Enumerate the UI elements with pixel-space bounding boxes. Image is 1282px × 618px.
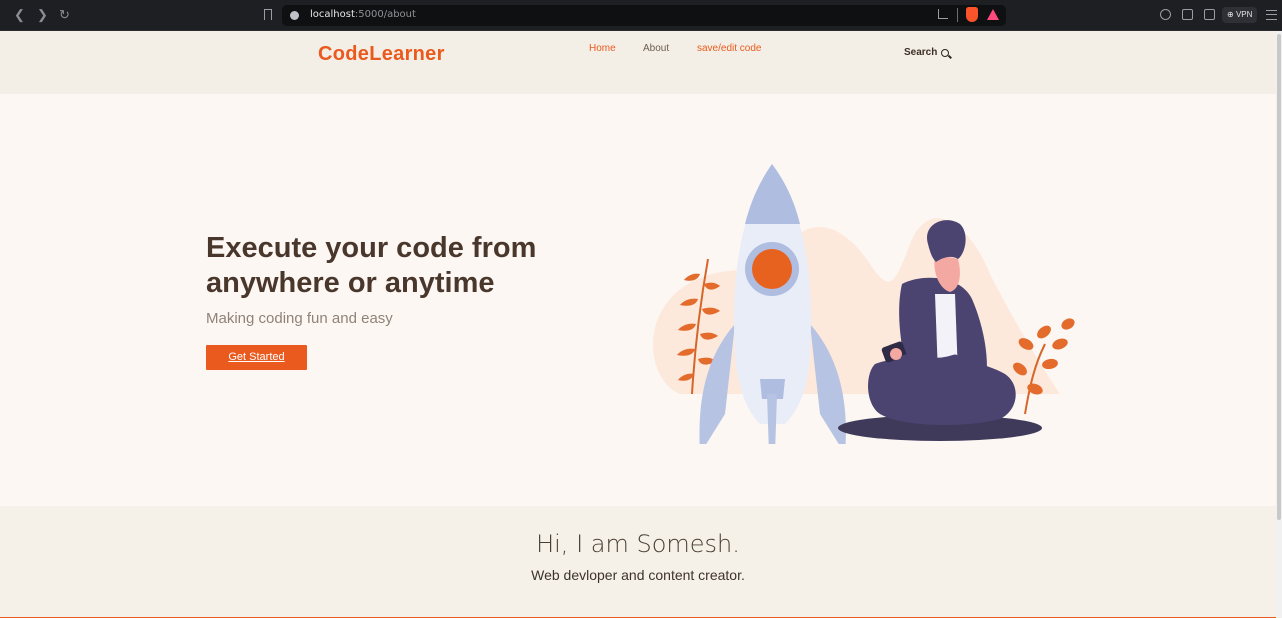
- wallet-icon[interactable]: [1204, 9, 1215, 20]
- rocket-illustration: [652, 164, 1075, 444]
- search-button[interactable]: Search: [904, 47, 937, 58]
- nav-save-edit-code-link[interactable]: save/edit code: [697, 43, 762, 54]
- toolbar-divider: [957, 8, 958, 22]
- about-section: Hi, I am Somesh. Web devloper and conten…: [0, 506, 1276, 618]
- url-host: localhost: [310, 9, 355, 20]
- vpn-button[interactable]: ⊕ VPN: [1222, 7, 1258, 23]
- nav-about-link[interactable]: About: [643, 43, 669, 54]
- reload-icon[interactable]: ↻: [59, 8, 70, 22]
- search-icon[interactable]: [941, 49, 949, 57]
- hero-subtitle: Making coding fun and easy: [206, 310, 393, 327]
- brave-rewards-icon[interactable]: [987, 9, 999, 20]
- bookmark-icon[interactable]: [264, 9, 272, 20]
- address-bar[interactable]: localhost:5000/about: [282, 5, 1006, 26]
- url-text: localhost:5000/about: [310, 9, 416, 20]
- browser-toolbar: ❮ ❯ ↻ localhost:5000/about ⊕ VPN: [0, 0, 1282, 31]
- share-icon[interactable]: [938, 9, 948, 19]
- get-started-button[interactable]: Get Started: [206, 345, 307, 370]
- forward-icon[interactable]: ❯: [37, 8, 48, 22]
- menu-icon[interactable]: [1266, 10, 1277, 20]
- nav-home-link[interactable]: Home: [589, 43, 616, 54]
- page-viewport: CodeLearner Home About save/edit code Se…: [0, 31, 1276, 618]
- back-icon[interactable]: ❮: [14, 8, 25, 22]
- extensions-icon[interactable]: [1160, 9, 1171, 20]
- page-scrollbar[interactable]: [1276, 31, 1282, 618]
- about-title: Hi, I am Somesh.: [536, 530, 740, 558]
- site-info-icon[interactable]: [290, 11, 299, 20]
- hero-title: Execute your code from anywhere or anyti…: [206, 232, 537, 299]
- vpn-label: VPN: [1235, 10, 1253, 19]
- about-subtitle: Web devloper and content creator.: [531, 567, 745, 583]
- hero-section: Execute your code from anywhere or anyti…: [0, 94, 1276, 506]
- sidebar-icon[interactable]: [1182, 9, 1193, 20]
- url-path: :5000/about: [354, 9, 416, 20]
- brave-shields-icon[interactable]: [966, 7, 978, 22]
- scrollbar-thumb[interactable]: [1277, 34, 1281, 520]
- site-logo[interactable]: CodeLearner: [318, 43, 445, 66]
- site-header: CodeLearner Home About save/edit code Se…: [0, 31, 1276, 94]
